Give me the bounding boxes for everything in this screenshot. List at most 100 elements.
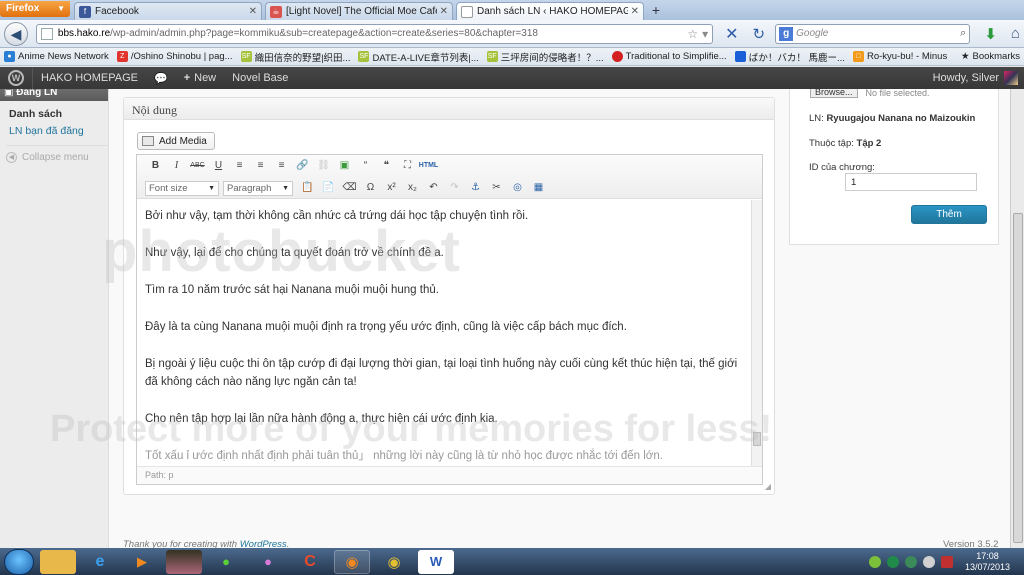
bookmark-traditional-to-simplified[interactable]: Traditional to Simplifie... (611, 51, 727, 62)
tab-title: [Light Novel] The Official Moe Café ♥... (286, 6, 437, 17)
file-input[interactable]: Browse... No file selected. (810, 89, 986, 98)
show-kitchen-sink-icon[interactable]: ▦ (528, 179, 549, 197)
undo-icon[interactable]: ↶ (423, 179, 444, 197)
back-button[interactable]: ◀ (4, 21, 28, 46)
tray-volume-icon[interactable] (922, 555, 935, 568)
chapter-id-input[interactable]: 1 (845, 173, 977, 191)
download-icon[interactable]: ⬇ (984, 25, 997, 43)
bookmark-baka[interactable]: ばか！バカ！ 馬鹿ー... (734, 50, 845, 64)
novel-base-link[interactable]: Novel Base (224, 67, 296, 89)
firefox-menu-button[interactable]: Firefox ▼ (0, 1, 70, 17)
clock[interactable]: 17:08 13/07/2013 (965, 551, 1010, 573)
sidebar-menu-header[interactable]: ▣ Đăng LN (0, 89, 108, 101)
site-identity-icon[interactable] (40, 27, 53, 40)
redo-icon[interactable]: ↷ (444, 179, 465, 197)
reload-icon[interactable]: ↻ (753, 25, 766, 43)
bookmark-label: Ro-kyu-bu! - Minus (866, 51, 948, 62)
resize-handle-icon[interactable]: ◢ (765, 482, 771, 491)
tab-danh-sach-ln[interactable]: Danh sách LN ‹ HAKO HOMEPAGE —... ✕ (456, 2, 644, 20)
font-size-select[interactable]: Font size ▼ (145, 180, 219, 196)
paste-word-icon[interactable]: 📄 (318, 179, 339, 197)
word-icon[interactable]: W (418, 549, 454, 574)
parrot-icon[interactable]: ● (208, 550, 244, 574)
search-icon[interactable]: ⌕ (960, 27, 966, 40)
special-char-icon[interactable]: Ω (360, 179, 381, 197)
comments-button[interactable]: 💬 (146, 67, 176, 89)
italic-icon[interactable]: I (166, 157, 187, 175)
sidebar-item-ln-ban-da-dang[interactable]: LN bạn đã đăng (0, 120, 108, 137)
bold-icon[interactable]: B (145, 157, 166, 175)
url-bar[interactable]: bbs.hako.re/wp-admin/admin.php?page=komm… (35, 23, 714, 44)
add-media-button[interactable]: Add Media (137, 132, 215, 150)
site-name-link[interactable]: HAKO HOMEPAGE (33, 67, 146, 89)
paragraph-select[interactable]: Paragraph ▼ (223, 180, 293, 196)
new-content-button[interactable]: + New (176, 67, 224, 89)
superscript-icon[interactable]: x² (381, 179, 402, 197)
tray-app-icon[interactable] (868, 555, 881, 568)
align-right-icon[interactable]: ≡ (271, 157, 292, 175)
media-player-icon[interactable]: ▶ (124, 550, 160, 574)
start-button[interactable] (4, 548, 34, 575)
anime-app-icon[interactable] (166, 549, 202, 574)
unlink-icon[interactable]: ⛓ (313, 157, 334, 175)
fullscreen-icon[interactable]: ⛶ (397, 157, 418, 175)
sidebar-item-danh-sach[interactable]: Danh sách (0, 101, 108, 120)
add-chapter-button[interactable]: Thêm (911, 205, 987, 224)
bookmark-invaders[interactable]: SF 三坪房间的侵略者！？... (486, 50, 604, 64)
tray-network-icon[interactable] (886, 555, 899, 568)
new-tab-button[interactable]: + (647, 3, 665, 19)
explorer-icon[interactable] (40, 549, 76, 574)
html-icon[interactable]: HTML (418, 157, 439, 175)
scrollbar-thumb[interactable] (753, 432, 761, 446)
close-tab-icon[interactable]: ✕ (249, 6, 257, 17)
align-left-icon[interactable]: ≡ (229, 157, 250, 175)
chrome-icon[interactable]: ◉ (376, 550, 412, 574)
editor-scrollbar[interactable] (751, 200, 762, 466)
bookmark-oda-nobuna[interactable]: SF 織田信奈的野望|织田... (240, 50, 350, 64)
navigation-bar: ◀ bbs.hako.re/wp-admin/admin.php?page=ko… (0, 20, 1024, 48)
insert-image-icon[interactable]: ▣ (334, 157, 355, 175)
bookmarks-menu-button[interactable]: ★ Bookmarks (961, 51, 1020, 62)
internet-explorer-icon[interactable]: e (82, 550, 118, 574)
bookmark-anime-news-network[interactable]: ● Anime News Network (4, 51, 109, 62)
align-center-icon[interactable]: ≡ (250, 157, 271, 175)
ccleaner-icon[interactable]: C (292, 550, 328, 574)
scrollbar-thumb[interactable] (1013, 213, 1023, 543)
link-icon[interactable]: 🔗 (292, 157, 313, 175)
home-icon[interactable]: ⌂ (1011, 25, 1020, 42)
ln-field: LN: Ryuugajou Nanana no Maizoukin (809, 113, 975, 124)
bookmark-ro-kyu-bu[interactable]: □ Ro-kyu-bu! - Minus (852, 51, 948, 62)
anchor-icon[interactable]: ⚓ (465, 179, 486, 197)
close-tab-icon[interactable]: ✕ (631, 6, 639, 17)
search-bar[interactable]: g Google ⌕ (775, 23, 971, 44)
tab-moe-cafe[interactable]: ☕ [Light Novel] The Official Moe Café ♥.… (265, 2, 453, 20)
blockquote-icon[interactable]: ❝ (376, 157, 397, 175)
google-icon[interactable]: g (779, 26, 794, 41)
editor-content[interactable]: Bởi như vậy, tạm thời không cần nhức cả … (137, 200, 762, 466)
clear-formatting-icon[interactable]: ⌫ (339, 179, 360, 197)
help-icon[interactable]: ◎ (507, 179, 528, 197)
bookmark-oshino-shinobu[interactable]: Z/Oshino Shinobu | pag... (116, 51, 233, 62)
firefox-icon[interactable]: ◉ (334, 549, 370, 574)
account-menu[interactable]: Howdy, Silver (933, 67, 1018, 89)
page-scrollbar[interactable] (1010, 89, 1024, 548)
font-size-label: Font size (149, 182, 188, 194)
paste-text-icon[interactable]: 📋 (297, 179, 318, 197)
tray-flag-icon[interactable] (940, 555, 953, 568)
bookmark-star-icon[interactable]: ☆ (687, 27, 698, 41)
chat-app-icon[interactable]: ● (250, 550, 286, 574)
bookmark-date-a-live[interactable]: SF DATE-A-LIVE章节列表|... (358, 50, 479, 64)
close-tab-icon[interactable]: ✕ (440, 6, 448, 17)
subscript-icon[interactable]: x₂ (402, 179, 423, 197)
wp-logo-button[interactable]: W (0, 67, 32, 89)
tab-facebook[interactable]: f Facebook ✕ (74, 2, 262, 20)
browse-button[interactable]: Browse... (810, 89, 858, 98)
cut-icon[interactable]: ✂ (486, 179, 507, 197)
stop-icon[interactable]: ✕ (725, 24, 738, 44)
underline-icon[interactable]: U (208, 157, 229, 175)
strikethrough-icon[interactable]: ABC (187, 157, 208, 175)
tray-skype-icon[interactable] (904, 555, 917, 568)
quote-icon[interactable]: “ (355, 157, 376, 175)
history-dropdown-icon[interactable]: ▾ (702, 27, 708, 41)
collapse-menu-button[interactable]: ◀ Collapse menu (6, 145, 108, 163)
